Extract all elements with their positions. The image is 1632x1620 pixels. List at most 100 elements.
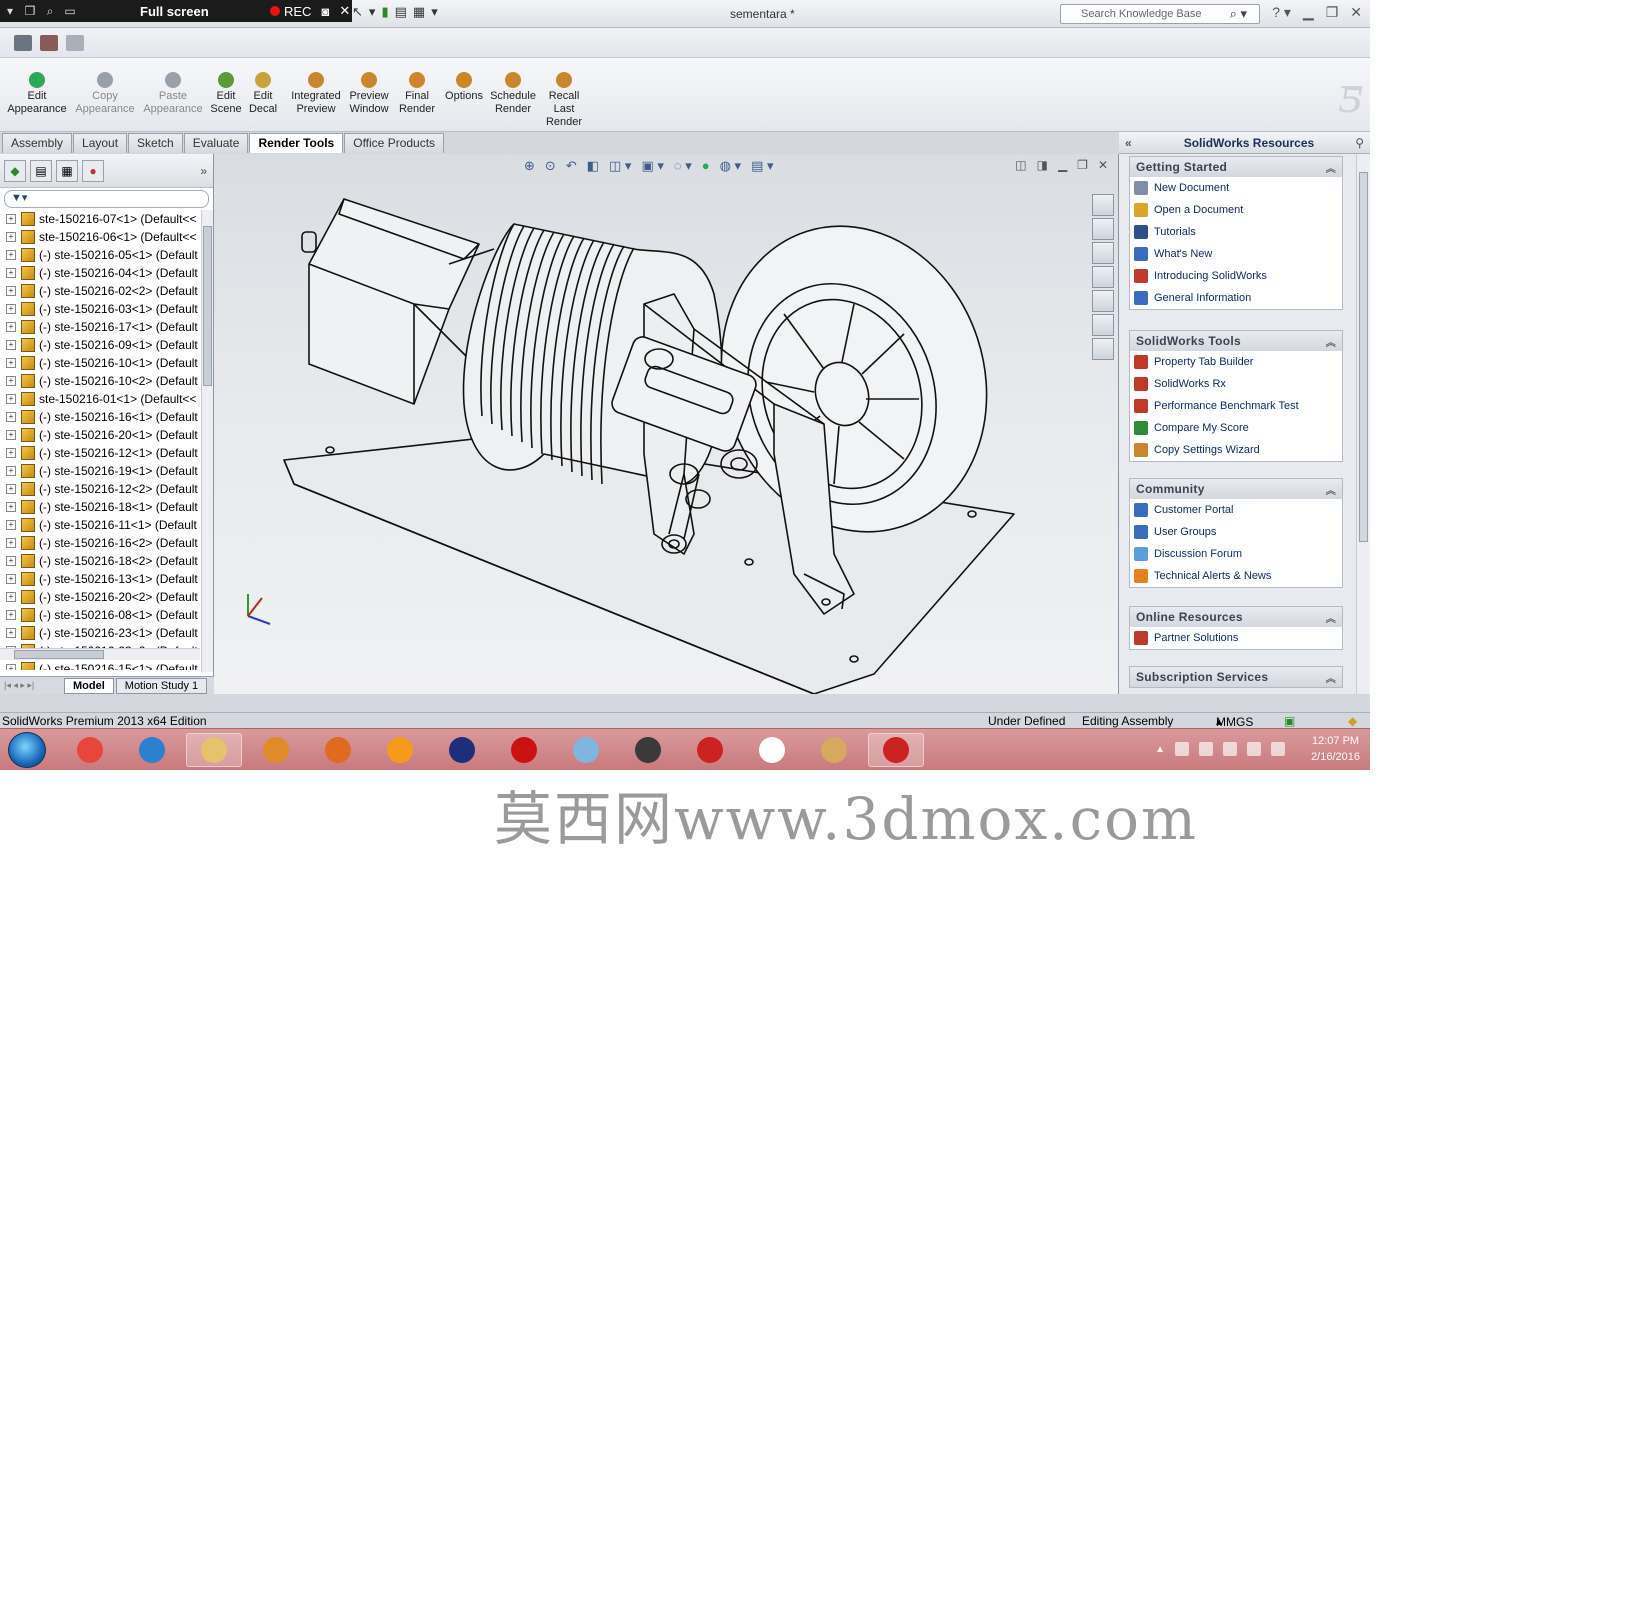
view-settings-icon[interactable]: ▤ ▾ bbox=[751, 158, 773, 174]
resource-link[interactable]: General Information bbox=[1130, 287, 1342, 309]
taskbar-blank-document-icon[interactable] bbox=[744, 733, 800, 767]
resource-link[interactable]: What's New bbox=[1130, 243, 1342, 265]
section-header[interactable]: Subscription Services ︽ bbox=[1130, 667, 1342, 687]
hide-show-icon[interactable]: ◌ ▾ bbox=[674, 158, 692, 174]
ribbon-button-2[interactable]: Paste Appearance bbox=[142, 72, 204, 116]
collapse-icon[interactable]: ︽ bbox=[1326, 160, 1336, 175]
network-app-icon[interactable] bbox=[1175, 742, 1190, 756]
resource-link[interactable]: Copy Settings Wizard bbox=[1130, 439, 1342, 461]
ribbon-button-10[interactable]: Recall Last Render bbox=[542, 72, 586, 129]
custom-properties-icon[interactable] bbox=[1092, 338, 1114, 360]
resource-link[interactable]: Introducing SolidWorks bbox=[1130, 265, 1342, 287]
taskbar-internet-explorer-icon[interactable] bbox=[124, 733, 180, 767]
taskbar-blue-cube-icon[interactable] bbox=[558, 733, 614, 767]
units-selector[interactable]: MMGS ▴ bbox=[1216, 714, 1253, 729]
camera-icon[interactable] bbox=[14, 34, 32, 51]
expand-icon[interactable]: + bbox=[6, 250, 16, 260]
expand-icon[interactable]: + bbox=[6, 520, 16, 530]
close-recorder-icon[interactable]: ✕ bbox=[339, 3, 350, 19]
home-icon[interactable] bbox=[1092, 218, 1114, 240]
expand-icon[interactable]: + bbox=[6, 412, 16, 422]
scroll-thumb[interactable] bbox=[14, 650, 104, 659]
expand-icon[interactable]: + bbox=[6, 574, 16, 584]
expand-icon[interactable]: + bbox=[6, 322, 16, 332]
ribbon-button-4[interactable]: Edit Decal bbox=[246, 72, 280, 116]
camera-icon[interactable]: ◙ bbox=[321, 4, 329, 19]
section-header[interactable]: Getting Started ︽ bbox=[1130, 157, 1342, 177]
taskbar-file-explorer-icon[interactable] bbox=[186, 733, 242, 767]
taskbar-flag-app-icon[interactable] bbox=[434, 733, 490, 767]
section-view-icon[interactable]: ◧ bbox=[587, 158, 599, 174]
record-button[interactable]: REC bbox=[270, 4, 311, 19]
tree-item[interactable]: + (-) ste-150216-05<1> (Default bbox=[0, 246, 200, 264]
tree-item[interactable]: + (-) ste-150216-11<1> (Default bbox=[0, 516, 200, 534]
resource-link[interactable]: SolidWorks Rx bbox=[1130, 373, 1342, 395]
tab-1[interactable]: Layout bbox=[73, 133, 128, 153]
ribbon-button-5[interactable]: Integrated Preview bbox=[288, 72, 344, 116]
section-header[interactable]: SolidWorks Tools ︽ bbox=[1130, 331, 1342, 351]
collapse-icon[interactable]: ︽ bbox=[1326, 482, 1336, 497]
volume-icon[interactable] bbox=[1271, 742, 1286, 756]
expand-icon[interactable]: + bbox=[6, 340, 16, 350]
tree-item[interactable]: + ste-150216-07<1> (Default<< bbox=[0, 210, 200, 228]
expand-icon[interactable]: + bbox=[6, 214, 16, 224]
pin-icon[interactable]: ⚲ bbox=[1355, 136, 1364, 150]
clock[interactable]: 12:07 PM 2/16/2016 bbox=[1311, 733, 1360, 765]
expand-icon[interactable]: + bbox=[6, 448, 16, 458]
taskbar-media-player-icon[interactable] bbox=[248, 733, 304, 767]
section-header[interactable]: Community ︽ bbox=[1130, 479, 1342, 499]
design-library-icon[interactable] bbox=[1092, 242, 1114, 264]
tab-4[interactable]: Render Tools bbox=[249, 133, 344, 153]
show-hidden-icons-icon[interactable]: ▲ bbox=[1155, 744, 1165, 755]
apply-scene-icon[interactable]: ◍ ▾ bbox=[720, 158, 741, 174]
display-style-icon[interactable]: ▣ ▾ bbox=[641, 158, 663, 174]
taskbar-solidworks-icon[interactable] bbox=[682, 733, 738, 767]
expand-icon[interactable]: + bbox=[6, 484, 16, 494]
ribbon-button-8[interactable]: Options bbox=[444, 72, 484, 103]
expand-icon[interactable]: + bbox=[6, 466, 16, 476]
tree-item[interactable]: + (-) ste-150216-03<1> (Default bbox=[0, 300, 200, 318]
tree-item[interactable]: + (-) ste-150216-04<1> (Default bbox=[0, 264, 200, 282]
tree-item[interactable]: + (-) ste-150216-18<2> (Default bbox=[0, 552, 200, 570]
restore-icon[interactable]: ❐ bbox=[20, 4, 40, 18]
display-manager-icon[interactable]: ● bbox=[82, 159, 104, 182]
tree-item[interactable]: + (-) ste-150216-18<1> (Default bbox=[0, 498, 200, 516]
expand-icon[interactable]: + bbox=[6, 556, 16, 566]
minimize-icon[interactable]: ▁ bbox=[1303, 4, 1314, 21]
rebuild-icon[interactable]: ◆ bbox=[1348, 714, 1357, 728]
dropdown-icon[interactable]: ▾ bbox=[431, 4, 438, 20]
help-icon[interactable]: ? ▾ bbox=[1272, 4, 1291, 21]
taskbar-recorder-icon[interactable] bbox=[496, 733, 552, 767]
expand-icon[interactable]: + bbox=[6, 304, 16, 314]
zoom-area-icon[interactable]: ⊙ bbox=[545, 158, 556, 174]
ribbon-button-0[interactable]: Edit Appearance bbox=[6, 72, 68, 116]
taskbar-paint-icon[interactable] bbox=[806, 733, 862, 767]
region-icon[interactable]: ▭ bbox=[60, 4, 80, 18]
expand-icon[interactable]: + bbox=[6, 286, 16, 296]
tab-0[interactable]: Assembly bbox=[2, 133, 73, 153]
bottom-tab-0[interactable]: Model bbox=[64, 677, 114, 694]
expand-icon[interactable]: + bbox=[6, 394, 16, 404]
graphics-area[interactable]: ⊕ ⊙ ↶ ◧ ◫ ▾ ▣ ▾ ◌ ▾ ● ◍ ▾ ▤ ▾ ◫ ◨ ▁ ❐ ✕ bbox=[214, 154, 1119, 694]
tree-item[interactable]: + (-) ste-150216-12<2> (Default bbox=[0, 480, 200, 498]
collapse-icon[interactable]: ︽ bbox=[1326, 610, 1336, 625]
scroll-thumb[interactable] bbox=[203, 226, 212, 386]
restore-icon[interactable]: ❐ bbox=[1326, 4, 1339, 21]
close-icon[interactable]: ✕ bbox=[1098, 158, 1108, 172]
recorder-mode-label[interactable]: Full screen bbox=[140, 4, 250, 19]
resource-link[interactable]: User Groups bbox=[1130, 521, 1342, 543]
solidworks-resources-icon[interactable] bbox=[1092, 194, 1114, 216]
ribbon-button-6[interactable]: Preview Window bbox=[346, 72, 392, 116]
tree-item[interactable]: + (-) ste-150216-09<1> (Default bbox=[0, 336, 200, 354]
zoom-icon[interactable]: ⌕ bbox=[40, 4, 60, 19]
tree-item[interactable]: + (-) ste-150216-10<2> (Default bbox=[0, 372, 200, 390]
record-video-icon[interactable] bbox=[66, 34, 84, 51]
resource-link[interactable]: Technical Alerts & News bbox=[1130, 565, 1342, 587]
tab-5[interactable]: Office Products bbox=[344, 133, 445, 153]
collapse-pane-icon[interactable]: « bbox=[1125, 136, 1132, 150]
screen-capture-icon[interactable] bbox=[40, 34, 58, 51]
tree-vertical-scrollbar[interactable] bbox=[201, 210, 213, 672]
select-arrow-icon[interactable]: ↖ bbox=[352, 4, 363, 20]
taskbar-orange-ball-icon[interactable] bbox=[372, 733, 428, 767]
zoom-to-fit-icon[interactable]: ⊕ bbox=[524, 158, 535, 174]
